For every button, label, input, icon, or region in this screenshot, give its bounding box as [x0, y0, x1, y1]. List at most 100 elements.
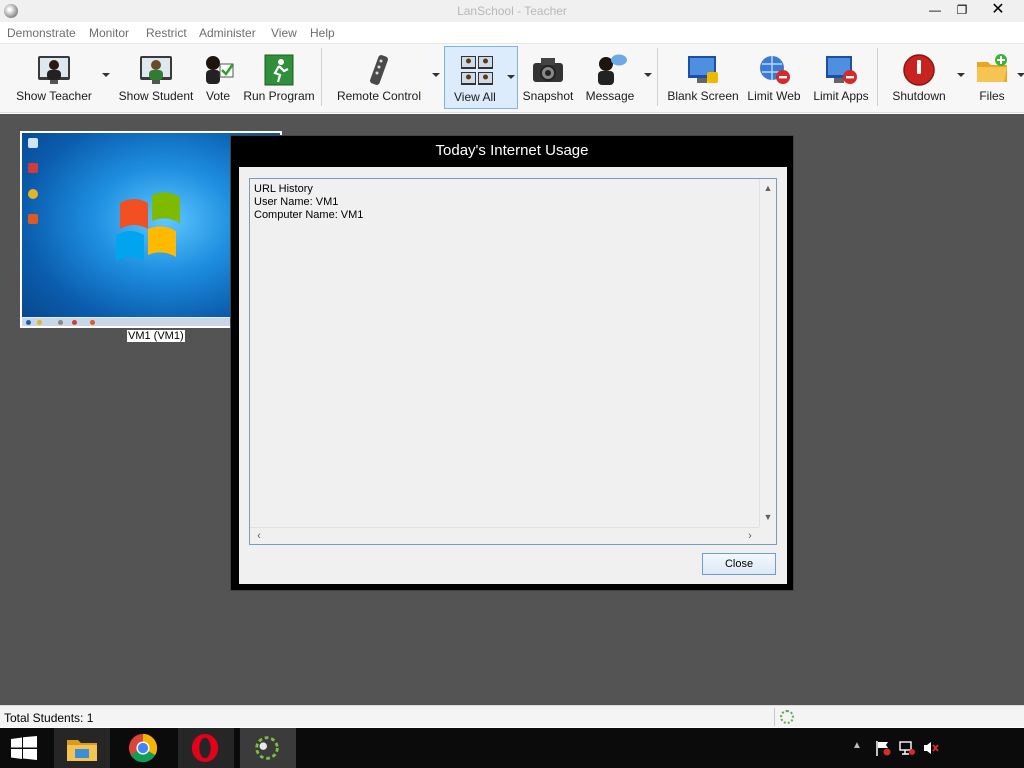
scroll-left-icon[interactable]: ‹	[251, 528, 267, 544]
shutdown-button[interactable]: Shutdown	[886, 46, 952, 109]
limit-apps-button[interactable]: Limit Apps	[808, 46, 874, 109]
limit-apps-label: Limit Apps	[813, 89, 869, 103]
remote-control-button[interactable]: Remote Control	[332, 46, 426, 109]
message-icon	[598, 54, 627, 85]
computer-name-line: Computer Name: VM1	[254, 209, 364, 221]
scroll-up-icon[interactable]: ▲	[760, 180, 776, 196]
files-button[interactable]: Files	[972, 46, 1012, 109]
run-program-button[interactable]: Run Program	[240, 46, 318, 109]
opera-icon	[191, 733, 219, 763]
windows-logo-icon	[116, 192, 180, 261]
opera-taskbar-button[interactable]	[178, 728, 234, 768]
show-teacher-dropdown[interactable]	[102, 73, 110, 77]
scrollbar-corner	[759, 527, 776, 544]
chrome-desktop-icon	[28, 189, 38, 199]
view-all-dropdown[interactable]	[507, 75, 515, 79]
menu-help[interactable]: Help	[310, 26, 335, 40]
run-program-icon	[264, 54, 294, 86]
chevron-up-icon[interactable]: ▲	[852, 740, 870, 756]
menu-administer[interactable]: Administer	[199, 26, 256, 40]
remote-control-icon	[370, 55, 388, 85]
limit-web-button[interactable]: Limit Web	[743, 46, 805, 109]
blank-screen-button[interactable]: Blank Screen	[666, 46, 740, 109]
snapshot-button[interactable]: Snapshot	[520, 46, 576, 109]
close-button[interactable]: Close	[702, 553, 776, 575]
remote-control-dropdown[interactable]	[432, 73, 440, 77]
dialog-title: Today's Internet Usage	[435, 142, 589, 159]
files-label: Files	[979, 89, 1005, 103]
menu-restrict[interactable]: Restrict	[146, 26, 187, 40]
close-window-button[interactable]: ✕	[972, 0, 1024, 20]
snapshot-label: Snapshot	[522, 89, 574, 103]
view-all-label: View All	[454, 90, 496, 104]
show-student-icon	[140, 56, 172, 84]
scroll-right-icon[interactable]: ›	[742, 528, 758, 544]
view-all-icon	[461, 56, 493, 85]
shutdown-icon	[903, 54, 935, 86]
vote-label: Vote	[205, 89, 231, 103]
message-label: Message	[585, 89, 635, 103]
scroll-down-icon[interactable]: ▼	[760, 509, 776, 525]
internet-usage-dialog: Today's Internet Usage URL History User …	[230, 135, 794, 591]
menu-view[interactable]: View	[271, 26, 297, 40]
user-name-line: User Name: VM1	[254, 196, 339, 208]
start-button[interactable]	[0, 728, 50, 768]
url-history-heading: URL History	[254, 183, 313, 195]
file-explorer-icon	[67, 740, 97, 761]
windows-taskbar: ▲	[0, 728, 1024, 768]
view-all-button[interactable]: View All	[444, 46, 518, 109]
action-center-flag-icon[interactable]	[874, 740, 892, 756]
dialog-body: URL History User Name: VM1 Computer Name…	[239, 167, 787, 584]
horizontal-scrollbar[interactable]: ‹ ›	[250, 527, 760, 544]
show-teacher-button[interactable]: Show Teacher	[10, 46, 98, 109]
minimize-button[interactable]: —	[921, 0, 949, 20]
status-bar: Total Students: 1	[0, 705, 1024, 727]
limit-web-label: Limit Web	[747, 89, 801, 103]
globe-icon	[760, 56, 790, 84]
url-history-content: URL History User Name: VM1 Computer Name…	[254, 183, 363, 222]
vote-button[interactable]: Vote	[200, 46, 236, 109]
menu-demonstrate[interactable]: Demonstrate	[7, 26, 76, 40]
volume-muted-icon[interactable]	[922, 740, 940, 756]
show-student-label: Show Student	[118, 89, 194, 103]
loading-spinner-icon	[780, 710, 794, 724]
limit-apps-icon	[826, 56, 857, 84]
camera-icon	[533, 58, 563, 82]
recycle-bin-icon	[28, 138, 38, 148]
shutdown-dropdown[interactable]	[957, 73, 965, 77]
windows-start-icon	[11, 736, 37, 760]
chrome-icon	[128, 733, 158, 763]
window-title: LanSchool - Teacher	[457, 4, 567, 18]
network-icon[interactable]	[898, 740, 916, 756]
blank-screen-icon	[688, 56, 718, 83]
toolbar: Show Teacher Show Student Vote Run Progr…	[0, 44, 1024, 113]
toolbar-separator	[321, 48, 322, 106]
shutdown-label: Shutdown	[892, 89, 946, 103]
run-program-label: Run Program	[243, 89, 315, 103]
toolbar-separator	[657, 48, 658, 106]
lanschool-taskbar-button[interactable]	[240, 728, 296, 768]
show-teacher-label: Show Teacher	[16, 89, 92, 103]
chrome-taskbar-button[interactable]	[116, 728, 172, 768]
show-teacher-icon	[38, 56, 70, 84]
menu-bar: Demonstrate Monitor Restrict Administer …	[0, 22, 1024, 44]
message-button[interactable]: Message	[580, 46, 640, 109]
menu-monitor[interactable]: Monitor	[89, 26, 129, 40]
title-bar: LanSchool - Teacher — ❐ ✕	[0, 0, 1024, 22]
toolbar-separator	[877, 48, 878, 106]
message-dropdown[interactable]	[644, 73, 652, 77]
remote-control-label: Remote Control	[336, 89, 422, 103]
folder-icon	[977, 54, 1007, 82]
student-name-label: VM1 (VM1)	[127, 330, 185, 342]
show-student-button[interactable]: Show Student	[116, 46, 196, 109]
url-history-textbox[interactable]: URL History User Name: VM1 Computer Name…	[249, 178, 777, 545]
files-dropdown[interactable]	[1017, 73, 1024, 77]
lanschool-icon	[255, 736, 279, 760]
desktop-app-icon	[28, 163, 38, 173]
total-students-status: Total Students: 1	[4, 711, 94, 725]
vertical-scrollbar[interactable]: ▲ ▼	[759, 179, 776, 527]
file-explorer-taskbar-button[interactable]	[54, 728, 110, 768]
status-divider	[774, 708, 775, 726]
blank-screen-label: Blank Screen	[667, 89, 739, 103]
vote-icon	[206, 56, 235, 84]
